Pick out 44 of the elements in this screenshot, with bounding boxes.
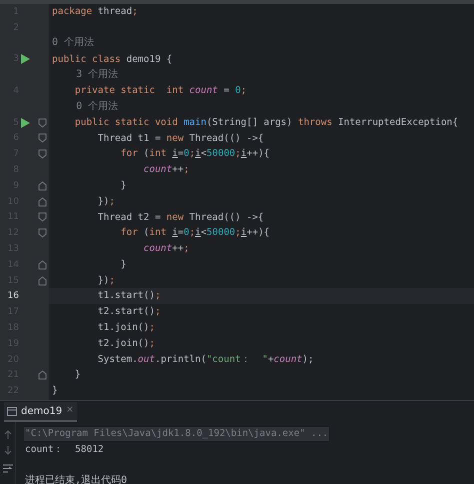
code-line: } <box>51 386 58 396</box>
code-line: } <box>74 370 81 380</box>
usage-hint: 0 个用法 <box>51 38 94 48</box>
fold-icon[interactable] <box>38 196 47 207</box>
line-number: 16 <box>8 290 19 302</box>
code-line: Thread t1 = new Thread(() ->{ <box>96 134 264 144</box>
code-line: t1.join(); <box>96 323 155 333</box>
code-line: package thread; <box>51 7 138 17</box>
fold-icon[interactable] <box>38 118 47 128</box>
code-line: private static int count = 0; <box>74 86 247 96</box>
arrow-up-icon[interactable] <box>4 430 12 440</box>
code-line: System.out.println("count： "+count); <box>96 354 314 364</box>
code-line: for (int i=0;i<50000;i++){ <box>120 228 270 238</box>
code-line: } <box>120 260 126 270</box>
console-line: count： 58012 <box>24 443 105 457</box>
fold-icon[interactable] <box>38 260 47 270</box>
console-tab[interactable]: demo19 × <box>4 402 77 422</box>
code-line: t2.start(); <box>96 307 161 317</box>
code-line: count++; <box>142 244 190 254</box>
fold-icon[interactable] <box>38 212 47 222</box>
fold-icon[interactable] <box>38 276 47 286</box>
usage-hint: 3 个用法 <box>75 70 118 80</box>
code-line: }); <box>96 276 115 286</box>
console-icon <box>7 406 17 416</box>
code-line: public class demo19 { <box>51 54 172 64</box>
fold-icon[interactable] <box>38 370 47 380</box>
run-icon[interactable] <box>21 54 30 64</box>
code-line: Thread t2 = new Thread(() ->{ <box>96 212 264 222</box>
fold-icon[interactable] <box>38 133 47 144</box>
code-line: t2.join(); <box>96 338 155 348</box>
code-line: count++; <box>142 165 190 175</box>
code-line: public static void main(String[] args) throws InterruptedException{ <box>74 118 458 128</box>
arrow-down-icon[interactable] <box>4 445 12 455</box>
run-icon[interactable] <box>21 118 30 128</box>
wrap-icon[interactable] <box>2 464 12 473</box>
code-line: t1.start(); <box>96 291 161 301</box>
fold-icon[interactable] <box>38 149 47 160</box>
usage-hint: 0 个用法 <box>75 102 118 112</box>
fold-icon[interactable] <box>38 180 47 191</box>
code-line: for (int i=0;i<50000;i++){ <box>120 149 270 159</box>
code-line: }); <box>96 196 115 206</box>
code-line: } <box>120 180 126 190</box>
fold-icon[interactable] <box>38 228 47 238</box>
horizontal-scrollbar[interactable] <box>0 0 474 4</box>
